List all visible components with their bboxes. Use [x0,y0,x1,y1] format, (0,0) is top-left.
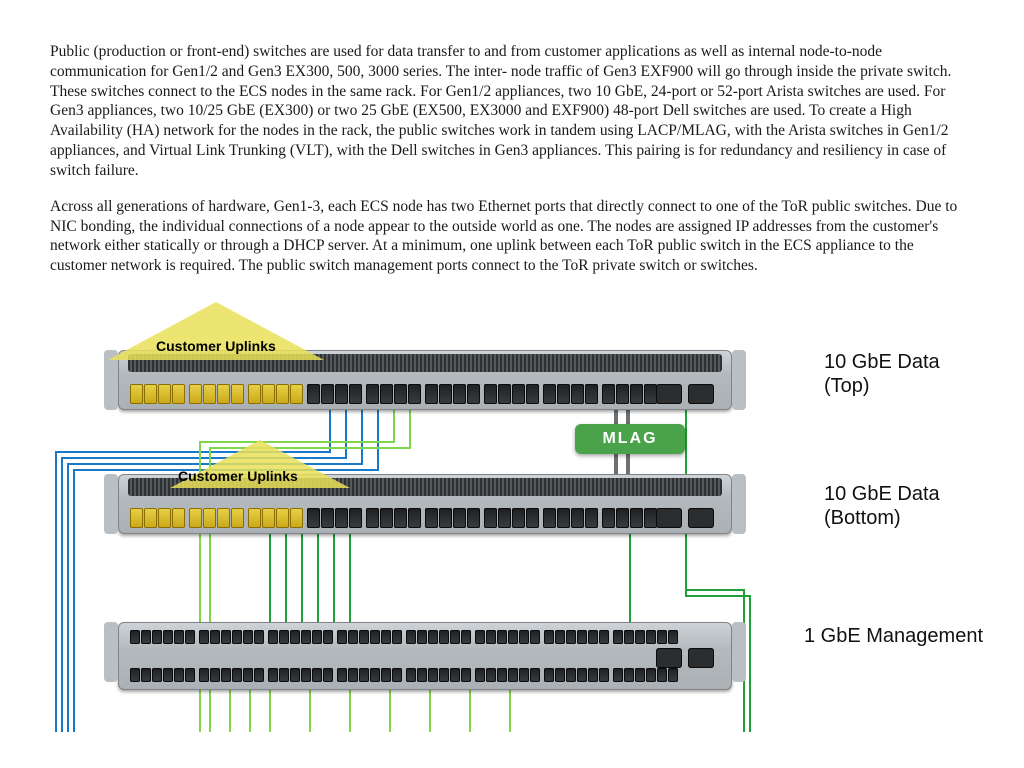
paragraph-1: Public (production or front-end) switche… [50,42,974,181]
switch-mgmt-ports-top [130,630,678,644]
label-bottom-switch: 10 GbE Data (Bottom) [824,482,984,530]
switch-bottom-ports [130,508,657,528]
switch-mgmt [118,622,732,690]
switch-mgmt-ports-bot [130,668,678,682]
uplink-label-bottom: Customer Uplinks [178,468,298,484]
uplink-arrow-bottom [50,292,350,442]
paragraph-2: Across all generations of hardware, Gen1… [50,197,974,276]
label-top-switch: 10 GbE Data (Top) [824,350,984,398]
network-diagram: Customer Uplinks MLAG Customer [50,292,974,712]
mlag-badge: MLAG [575,424,685,454]
uplink-label-top: Customer Uplinks [156,338,276,354]
label-mgmt-switch: 1 GbE Management [804,624,984,648]
